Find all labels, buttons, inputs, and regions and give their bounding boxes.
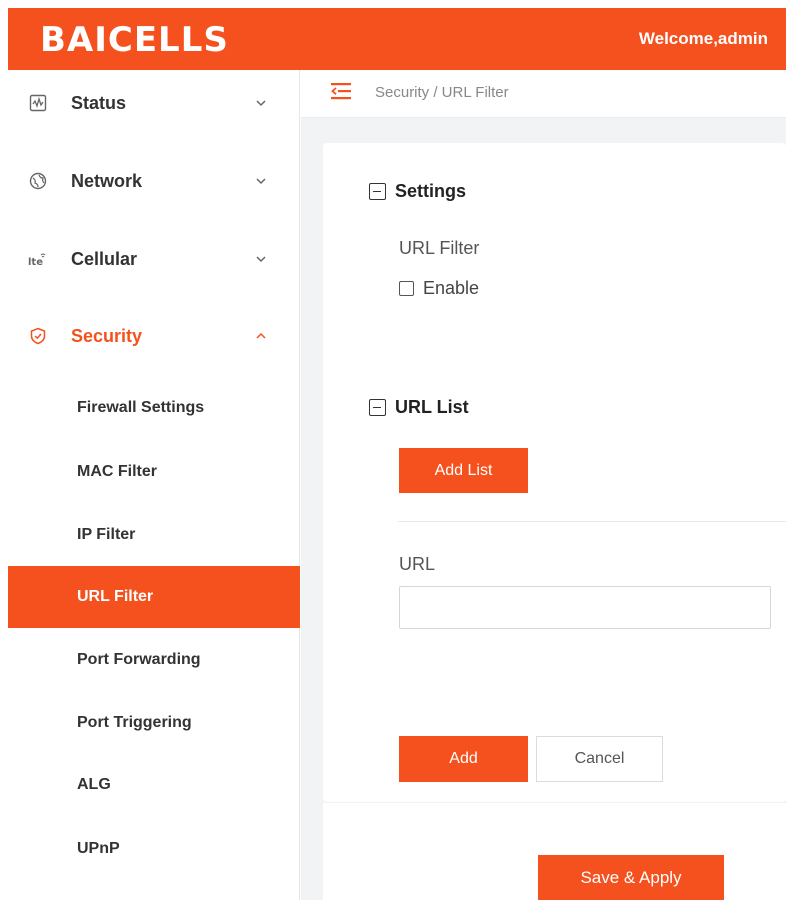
sidebar-subitem-port-triggering[interactable]: Port Triggering	[8, 692, 300, 754]
settings-title: Settings	[395, 181, 467, 201]
divider	[398, 521, 786, 522]
url-filter-label: URL Filter	[399, 238, 480, 258]
cancel-button[interactable]: Cancel	[536, 736, 663, 782]
top-header: BAICELLS Welcome,admin	[8, 8, 786, 70]
chevron-down-icon	[254, 252, 268, 266]
sidebar-subitem-alg[interactable]: ALG	[8, 754, 300, 816]
subitem-label: Firewall Settings	[77, 399, 205, 416]
sidebar-item-label: Network	[71, 170, 143, 191]
menu-collapse-icon[interactable]	[331, 82, 353, 100]
svg-text:lte: lte	[28, 257, 43, 268]
chevron-down-icon	[254, 96, 268, 110]
enable-checkbox[interactable]	[399, 281, 414, 296]
subitem-label: UPnP	[77, 840, 120, 857]
subitem-label: URL Filter	[77, 588, 154, 605]
enable-label: Enable	[423, 278, 480, 298]
url-input[interactable]	[399, 586, 771, 629]
chevron-down-icon	[254, 174, 268, 188]
welcome-user[interactable]: Welcome,admin	[639, 29, 768, 49]
sidebar-subitem-url-filter[interactable]: URL Filter	[8, 566, 300, 628]
subitem-label: Port Forwarding	[77, 651, 201, 668]
add-button[interactable]: Add	[399, 736, 528, 782]
url-list-title: URL List	[395, 397, 469, 417]
add-list-button[interactable]: Add List	[399, 448, 528, 493]
enable-checkbox-row[interactable]: Enable	[399, 278, 479, 299]
baicells-logo: BAICELLS	[40, 20, 229, 60]
sidebar-item-label: Security	[71, 325, 143, 346]
collapse-icon	[369, 183, 386, 200]
breadcrumb-bar: Security / URL Filter	[301, 70, 786, 118]
url-filter-card	[323, 143, 786, 802]
sidebar-subitem-port-forwarding[interactable]: Port Forwarding	[8, 629, 300, 691]
collapse-icon	[369, 399, 386, 416]
sidebar-item-label: Status	[71, 92, 127, 113]
subitem-label: Port Triggering	[77, 714, 192, 731]
chevron-up-icon	[254, 329, 268, 343]
sidebar-item-status[interactable]: Status	[8, 73, 300, 133]
subitem-label: ALG	[77, 776, 111, 793]
globe-icon	[28, 171, 48, 191]
sidebar-item-label: Cellular	[71, 248, 138, 269]
shield-icon	[28, 326, 48, 346]
status-chart-icon	[28, 93, 48, 113]
settings-section-header[interactable]: Settings	[369, 181, 466, 202]
sidebar-item-cellular[interactable]: lte Cellular	[8, 229, 300, 289]
url-field-label: URL	[399, 554, 436, 574]
sidebar-subitem-ip-filter[interactable]: IP Filter	[8, 504, 300, 566]
breadcrumb: Security / URL Filter	[375, 84, 509, 101]
subitem-label: MAC Filter	[77, 463, 157, 480]
sidebar-subitem-upnp[interactable]: UPnP	[8, 818, 300, 880]
sidebar-item-network[interactable]: Network	[8, 151, 300, 211]
sidebar-subitem-mac-filter[interactable]: MAC Filter	[8, 441, 300, 503]
url-list-section-header[interactable]: URL List	[369, 397, 469, 418]
subitem-label: IP Filter	[77, 526, 136, 543]
lte-icon: lte	[28, 249, 48, 269]
sidebar: Status Network lte Cellular Security Fir…	[8, 70, 300, 900]
save-apply-button[interactable]: Save & Apply	[538, 855, 724, 900]
sidebar-subitem-firewall-settings[interactable]: Firewall Settings	[8, 377, 300, 439]
sidebar-item-security[interactable]: Security	[8, 306, 300, 366]
